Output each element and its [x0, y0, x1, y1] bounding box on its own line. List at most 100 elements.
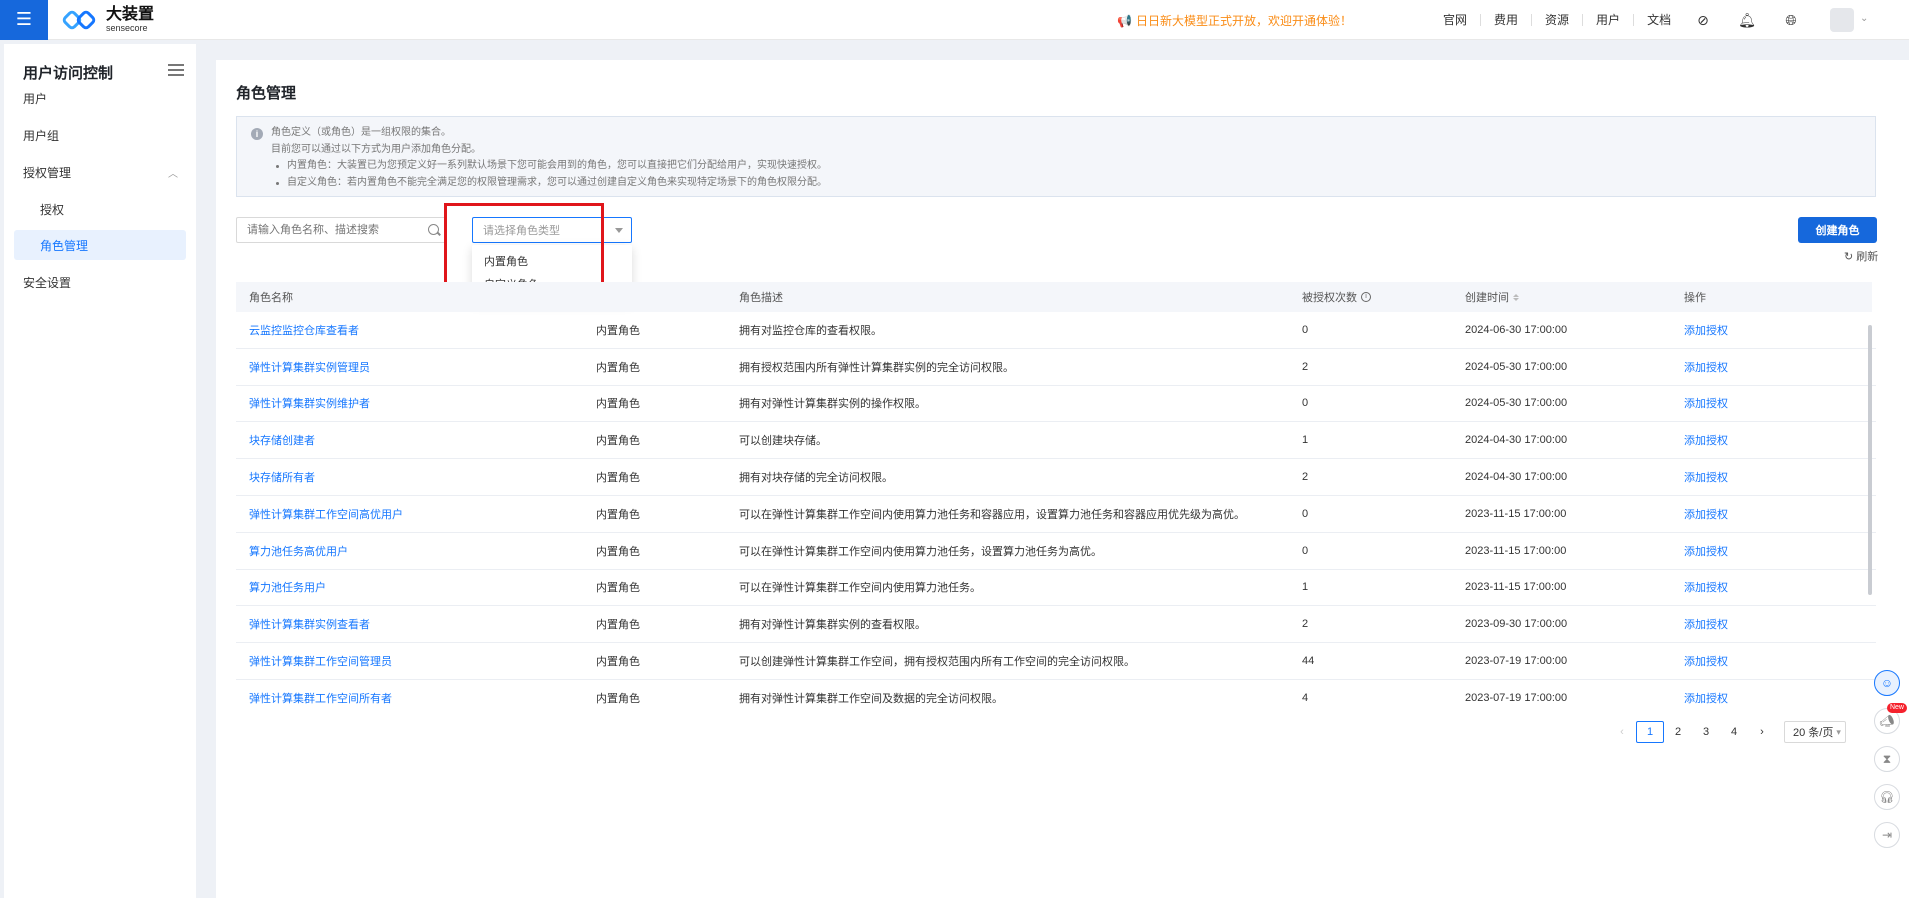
hourglass-icon[interactable]: ⧗ — [1874, 746, 1900, 772]
nav-link-official-site[interactable]: 官网 — [1430, 14, 1482, 26]
role-type-cell: 内置角色 — [596, 508, 640, 521]
info-line: 角色定义（或角色）是一组权限的集合。 — [271, 127, 451, 138]
add-authorization-link[interactable]: 添加授权 — [1684, 643, 1728, 679]
page-3[interactable]: 3 — [1692, 721, 1720, 743]
role-type-cell: 内置角色 — [596, 324, 640, 337]
headset-icon[interactable]: 🎧︎ — [1874, 784, 1900, 810]
role-type-cell: 内置角色 — [596, 545, 640, 558]
role-name-link[interactable]: 弹性计算集群工作空间管理员 — [249, 643, 392, 679]
sidebar-item-authorization-management[interactable]: 授权管理 ︿ — [4, 154, 196, 190]
role-description-cell: 拥有授权范围内所有弹性计算集群实例的完全访问权限。 — [739, 361, 1014, 374]
add-authorization-link[interactable]: 添加授权 — [1684, 312, 1728, 348]
add-authorization-link[interactable]: 添加授权 — [1684, 459, 1728, 495]
info-bullet: 内置角色：大装置已为您预定义好一系列默认场景下您可能会用到的角色，您可以直接把它… — [271, 158, 1861, 175]
role-name-link[interactable]: 弹性计算集群工作空间高优用户 — [249, 496, 403, 532]
table-scrollbar[interactable] — [1868, 325, 1872, 595]
chevron-down-icon[interactable]: ⌄ — [1860, 13, 1868, 24]
search-icon[interactable] — [428, 224, 439, 235]
sort-icon[interactable] — [1513, 293, 1519, 301]
role-type-select[interactable]: 请选择角色类型 — [472, 217, 632, 243]
grant-count-cell: 2 — [1302, 360, 1309, 373]
grant-count-cell: 44 — [1302, 655, 1315, 668]
role-name-link[interactable]: 云监控监控仓库查看者 — [249, 312, 359, 348]
add-authorization-link[interactable]: 添加授权 — [1684, 386, 1728, 422]
table-row: 算力池任务高优用户 内置角色 可以在弹性计算集群工作空间内使用算力池任务，设置算力池… — [236, 533, 1876, 570]
select-placeholder: 请选择角色类型 — [483, 225, 560, 237]
page-4[interactable]: 4 — [1720, 721, 1748, 743]
avatar[interactable] — [1830, 8, 1854, 32]
add-authorization-link[interactable]: 添加授权 — [1684, 349, 1728, 385]
floating-tools: ☺ 📣︎ New ⧗ 🎧︎ ⇥ — [1874, 670, 1907, 860]
grant-count-cell: 0 — [1302, 544, 1309, 557]
create-role-button[interactable]: 创建角色 — [1798, 217, 1877, 243]
bell-icon[interactable]: 🔔︎ — [1738, 11, 1756, 29]
role-name-link[interactable]: 弹性计算集群实例管理员 — [249, 349, 370, 385]
role-name-link[interactable]: 弹性计算集群实例查看者 — [249, 606, 370, 642]
sidebar-item-users[interactable]: 用户 — [4, 80, 196, 116]
megaphone-icon[interactable]: 📣︎ New — [1874, 703, 1907, 734]
column-header-role-name: 角色名称 — [249, 292, 293, 304]
collapse-sidebar-icon[interactable] — [168, 64, 184, 78]
announcement-text: 日日新大模型正式开放，欢迎开通体验！ — [1135, 14, 1352, 28]
table-row: 弹性计算集群实例管理员 内置角色 拥有授权范围内所有弹性计算集群实例的完全访问权限。… — [236, 349, 1876, 386]
grant-count-cell: 0 — [1302, 397, 1309, 410]
assistant-bot-icon[interactable]: ☺ — [1874, 670, 1900, 696]
role-description-cell: 可以在弹性计算集群工作空间内使用算力池任务，设置算力池任务为高优。 — [739, 545, 1102, 558]
dropdown-option-builtin-role[interactable]: 内置角色 — [472, 249, 632, 272]
collapse-tools-icon[interactable]: ⇥ — [1874, 822, 1900, 848]
sidebar-item-user-groups[interactable]: 用户组 — [4, 117, 196, 153]
sidebar-item-security-settings[interactable]: 安全设置 — [4, 264, 196, 300]
add-authorization-link[interactable]: 添加授权 — [1684, 680, 1728, 708]
grant-count-cell: 1 — [1302, 581, 1309, 594]
role-type-cell: 内置角色 — [596, 435, 640, 448]
role-name-link[interactable]: 算力池任务用户 — [249, 570, 326, 606]
next-page-icon[interactable]: › — [1748, 721, 1776, 743]
role-type-cell: 内置角色 — [596, 656, 640, 669]
role-name-link[interactable]: 算力池任务高优用户 — [249, 533, 348, 569]
logo-text-cn: 大装置 — [106, 5, 155, 23]
add-authorization-link[interactable]: 添加授权 — [1684, 422, 1728, 458]
compass-icon[interactable]: ⊘ — [1694, 11, 1712, 29]
column-header-created-time[interactable]: 创建时间 — [1465, 282, 1519, 312]
sidebar-item-role-management[interactable]: 角色管理 — [14, 230, 186, 260]
page-1[interactable]: 1 — [1636, 721, 1664, 743]
refresh-button[interactable]: ↻ 刷新 — [1844, 248, 1878, 264]
sidebar: 用户访问控制 用户 用户组 授权管理 ︿ 授权 角色管理 安全设置 — [4, 44, 196, 898]
table-row: 弹性计算集群实例查看者 内置角色 拥有对弹性计算集群实例的查看权限。 2 2023-09… — [236, 606, 1876, 644]
pagination: ‹ 1 2 3 4 › 20 条/页 ▾ — [1608, 720, 1846, 744]
grant-count-cell: 1 — [1302, 434, 1309, 447]
search-input[interactable] — [236, 217, 446, 243]
sidebar-item-label: 授权 — [40, 202, 65, 217]
add-authorization-link[interactable]: 添加授权 — [1684, 606, 1728, 642]
sidebar-item-label: 用户 — [23, 91, 48, 106]
role-description-cell: 拥有对弹性计算集群实例的查看权限。 — [739, 619, 926, 632]
nav-link-resources[interactable]: 资源 — [1532, 14, 1584, 26]
column-header-grant-count: 被授权次数 i — [1302, 282, 1371, 312]
nav-link-docs[interactable]: 文档 — [1634, 14, 1684, 26]
nav-link-user[interactable]: 用户 — [1583, 14, 1635, 26]
table-row: 弹性计算集群工作空间管理员 内置角色 可以创建弹性计算集群工作空间，拥有授权范围内所… — [236, 643, 1876, 680]
add-authorization-link[interactable]: 添加授权 — [1684, 570, 1728, 606]
logo[interactable]: 大装置 sensecore — [60, 5, 155, 33]
created-time-cell: 2023-11-15 17:00:00 — [1465, 581, 1567, 594]
page-2[interactable]: 2 — [1664, 721, 1692, 743]
sidebar-item-authorization[interactable]: 授权 — [4, 191, 196, 227]
add-authorization-link[interactable]: 添加授权 — [1684, 533, 1728, 569]
table-row: 弹性计算集群工作空间高优用户 内置角色 可以在弹性计算集群工作空间内使用算力池任务和… — [236, 496, 1876, 533]
menu-icon[interactable]: ☰ — [0, 0, 48, 40]
role-name-link[interactable]: 弹性计算集群实例维护者 — [249, 386, 370, 422]
globe-icon[interactable]: 🌐︎ — [1782, 11, 1800, 29]
page-size-select[interactable]: 20 条/页 ▾ — [1784, 721, 1846, 743]
nav-link-billing[interactable]: 费用 — [1481, 14, 1533, 26]
table-header: 角色名称 角色描述 被授权次数 i 创建时间 操作 — [236, 282, 1872, 312]
sidebar-item-label: 角色管理 — [40, 238, 89, 253]
role-name-link[interactable]: 块存储创建者 — [249, 422, 315, 458]
role-name-link[interactable]: 块存储所有者 — [249, 459, 315, 495]
prev-page-icon[interactable]: ‹ — [1608, 721, 1636, 743]
add-authorization-link[interactable]: 添加授权 — [1684, 496, 1728, 532]
created-time-cell: 2024-05-30 17:00:00 — [1465, 397, 1568, 410]
table-body: 云监控监控仓库查看者 内置角色 拥有对监控仓库的查看权限。 0 2024-06-30 1… — [236, 312, 1876, 708]
role-name-link[interactable]: 弹性计算集群工作空间所有者 — [249, 680, 392, 708]
info-icon[interactable]: i — [1361, 292, 1371, 302]
announcement[interactable]: 📢 日日新大模型正式开放，欢迎开通体验！ — [1117, 12, 1352, 29]
